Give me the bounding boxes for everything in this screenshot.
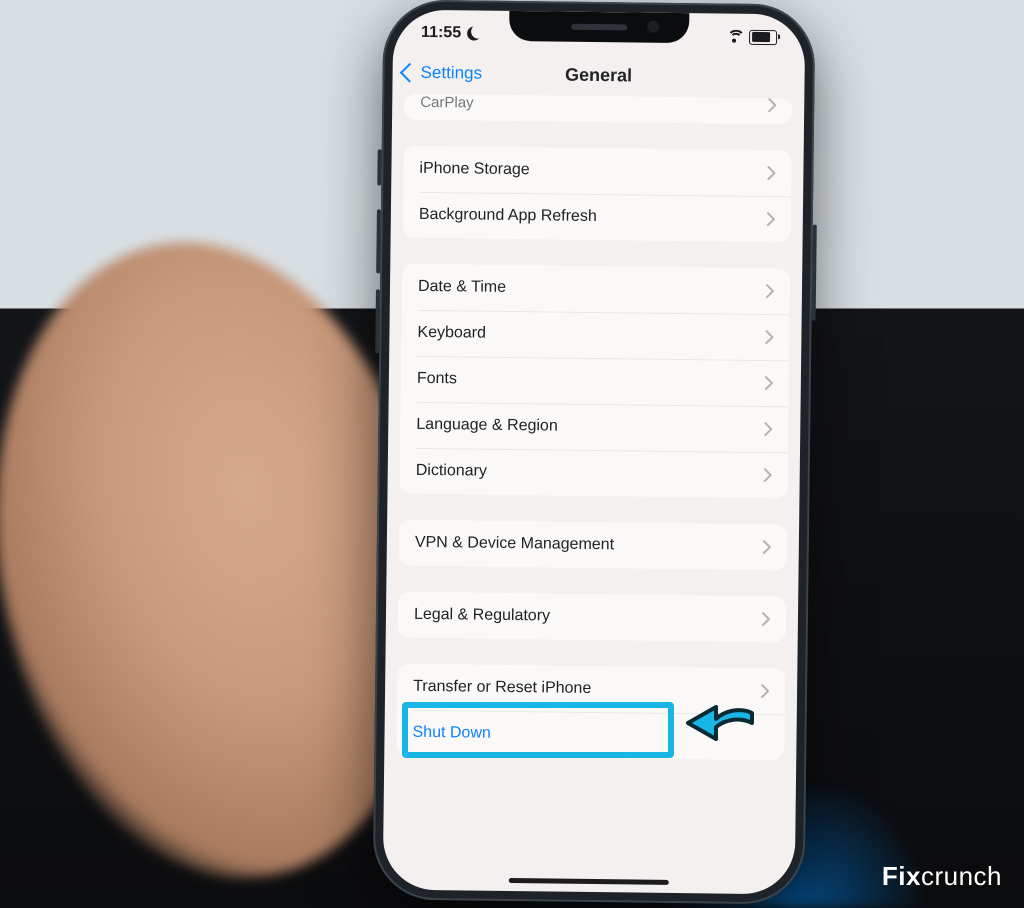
front-camera [647,21,659,33]
volume-up-button [376,209,381,273]
chevron-right-icon [766,284,774,298]
do-not-disturb-icon [467,26,481,40]
row-label: Keyboard [417,324,486,343]
row-label: Date & Time [418,278,506,297]
chevron-right-icon [765,376,773,390]
settings-content[interactable]: CarPlay iPhone Storage Background App Re… [383,94,805,895]
phone-frame: 11:55 Settings General CarPlay [373,0,816,905]
watermark-rest: crunch [921,861,1002,891]
row-vpn-device-management[interactable]: VPN & Device Management [399,520,788,571]
chevron-right-icon [764,422,772,436]
watermark: Fixcrunch [882,861,1002,892]
chevron-right-icon [767,212,775,226]
row-iphone-storage[interactable]: iPhone Storage [403,146,792,197]
chevron-right-icon [762,612,770,626]
chevron-right-icon [763,540,771,554]
group-legal: Legal & Regulatory [398,592,787,643]
row-carplay[interactable]: CarPlay [404,94,792,125]
row-label: Background App Refresh [419,206,597,226]
row-label: Shut Down [412,724,490,743]
screen: 11:55 Settings General CarPlay [383,10,806,895]
battery-icon [749,29,777,44]
row-keyboard[interactable]: Keyboard [401,310,790,361]
row-label: Language & Region [416,416,558,436]
chevron-right-icon [768,98,776,112]
group-storage: iPhone Storage Background App Refresh [403,146,792,243]
group-carplay: CarPlay [404,94,792,125]
annotation-arrow-icon [680,693,758,751]
row-dictionary[interactable]: Dictionary [399,448,788,499]
chevron-right-icon [765,330,773,344]
status-time: 11:55 [421,24,461,42]
row-background-app-refresh[interactable]: Background App Refresh [403,192,792,243]
row-label: Dictionary [416,462,487,481]
chevron-left-icon [400,63,420,83]
power-button [812,225,817,321]
page-title: General [565,64,632,86]
watermark-bold: Fix [882,861,921,891]
back-button[interactable]: Settings [402,52,482,95]
volume-down-button [375,289,380,353]
navigation-bar: Settings General [392,52,804,99]
row-date-time[interactable]: Date & Time [402,264,791,315]
row-label: Legal & Regulatory [414,606,550,626]
row-language-region[interactable]: Language & Region [400,402,789,453]
group-system: Date & Time Keyboard Fonts Language & Re… [399,264,790,499]
back-label: Settings [420,63,482,84]
row-label: Transfer or Reset iPhone [413,678,591,698]
chevron-right-icon [764,468,772,482]
speaker [571,24,627,31]
row-label: CarPlay [420,94,474,112]
notch [509,11,689,43]
group-vpn: VPN & Device Management [399,520,788,571]
row-label: Fonts [417,370,457,388]
silent-switch [377,149,381,185]
row-fonts[interactable]: Fonts [401,356,790,407]
row-label: VPN & Device Management [415,534,614,554]
chevron-right-icon [767,166,775,180]
row-label: iPhone Storage [419,160,530,179]
wifi-icon [725,30,743,44]
chevron-right-icon [761,684,769,698]
row-legal-regulatory[interactable]: Legal & Regulatory [398,592,787,643]
